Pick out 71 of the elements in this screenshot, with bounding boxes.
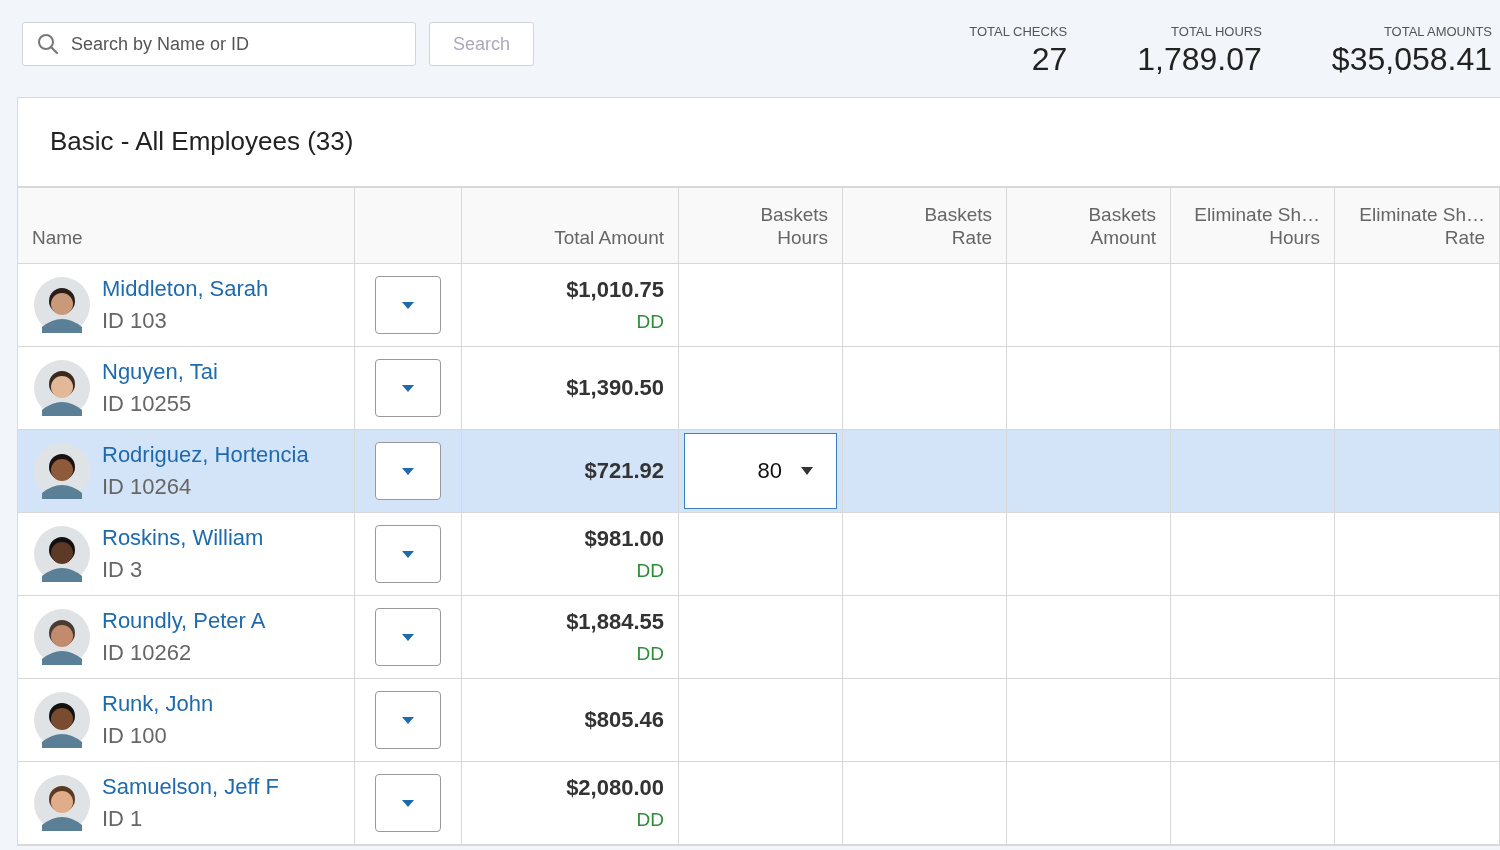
employee-name[interactable]: Samuelson, Jeff F	[102, 774, 279, 800]
total-amount: $1,884.55	[566, 609, 664, 635]
total-amount: $981.00	[584, 526, 664, 552]
row-dropdown[interactable]	[375, 276, 441, 334]
employee-id: ID 10255	[102, 391, 193, 417]
column-header[interactable]: Total Amount	[462, 188, 679, 264]
total-amount: $2,080.00	[566, 775, 664, 801]
employee-id: ID 1	[102, 806, 144, 832]
avatar	[34, 692, 90, 748]
total-amount: $721.92	[584, 458, 664, 484]
employee-name[interactable]: Roundly, Peter A	[102, 608, 266, 634]
caret-icon	[401, 798, 415, 808]
row-dropdown[interactable]	[375, 691, 441, 749]
hours-field[interactable]: 80	[684, 433, 837, 509]
avatar	[34, 526, 90, 582]
employee-name[interactable]: Nguyen, Tai	[102, 359, 218, 385]
row-dropdown[interactable]	[375, 774, 441, 832]
payment-method: DD	[636, 643, 664, 665]
caret-icon	[401, 715, 415, 725]
employee-id: ID 103	[102, 308, 168, 334]
hours-input[interactable]: 80	[720, 457, 784, 485]
row-dropdown[interactable]	[375, 608, 441, 666]
employee-id: ID 3	[102, 557, 144, 583]
column-header[interactable]: Name	[18, 188, 355, 264]
payment-method: DD	[636, 560, 664, 582]
table-row[interactable]: Rodriguez, Hortencia ID 10264 $721.92 80	[18, 430, 1500, 513]
caret-icon	[401, 383, 415, 393]
employee-id: ID 10262	[102, 640, 193, 666]
caret-icon	[401, 300, 415, 310]
search-field[interactable]: Search by Name or ID	[22, 22, 416, 66]
table-row[interactable]: Runk, John ID 100 $805.46	[18, 679, 1500, 762]
total-value: $35,058.41	[1331, 41, 1492, 78]
column-header[interactable]: Eliminate Sh… Hours	[1171, 188, 1335, 264]
employee-id: ID 100	[102, 723, 168, 749]
total-label: TOTAL CHECKS	[969, 24, 1068, 39]
payment-method: DD	[636, 311, 664, 333]
avatar	[34, 775, 90, 831]
employee-name[interactable]: Rodriguez, Hortencia	[102, 442, 309, 468]
total-label: TOTAL HOURS	[1171, 24, 1262, 39]
caret-icon	[401, 466, 415, 476]
caret-icon	[401, 549, 415, 559]
employee-name[interactable]: Middleton, Sarah	[102, 276, 269, 302]
table-row[interactable]: Samuelson, Jeff F ID 1 $2,080.00 DD	[18, 762, 1500, 845]
column-header[interactable]: Eliminate Sh… Rate	[1335, 188, 1500, 264]
search-icon	[37, 33, 59, 55]
search-input[interactable]: Search by Name or ID	[69, 32, 401, 56]
total-label: TOTAL AMOUNTS	[1383, 24, 1492, 39]
total-amount: $1,390.50	[566, 375, 664, 401]
avatar	[34, 277, 90, 333]
total-amount: $1,010.75	[566, 277, 664, 303]
column-header[interactable]: Baskets Amount	[1007, 188, 1171, 264]
avatar	[34, 360, 90, 416]
table-row[interactable]: Roskins, William ID 3 $981.00 DD	[18, 513, 1500, 596]
column-header[interactable]: Baskets Rate	[843, 188, 1007, 264]
table-row[interactable]: Middleton, Sarah ID 103 $1,010.75 DD	[18, 264, 1500, 347]
employee-name[interactable]: Roskins, William	[102, 525, 264, 551]
payment-method: DD	[636, 809, 664, 831]
avatar	[34, 609, 90, 665]
row-dropdown[interactable]	[375, 525, 441, 583]
column-header[interactable]: Baskets Hours	[679, 188, 843, 264]
caret-icon	[800, 466, 814, 476]
avatar	[34, 443, 90, 499]
table-row[interactable]: Roundly, Peter A ID 10262 $1,884.55 DD	[18, 596, 1500, 679]
total-amount: $805.46	[584, 707, 664, 733]
row-dropdown[interactable]	[375, 442, 441, 500]
caret-icon	[401, 632, 415, 642]
employee-id: ID 10264	[102, 474, 193, 500]
employee-name[interactable]: Runk, John	[102, 691, 214, 717]
total-value: 1,789.07	[1137, 41, 1262, 78]
row-dropdown[interactable]	[375, 359, 441, 417]
total-value: 27	[1031, 41, 1068, 78]
